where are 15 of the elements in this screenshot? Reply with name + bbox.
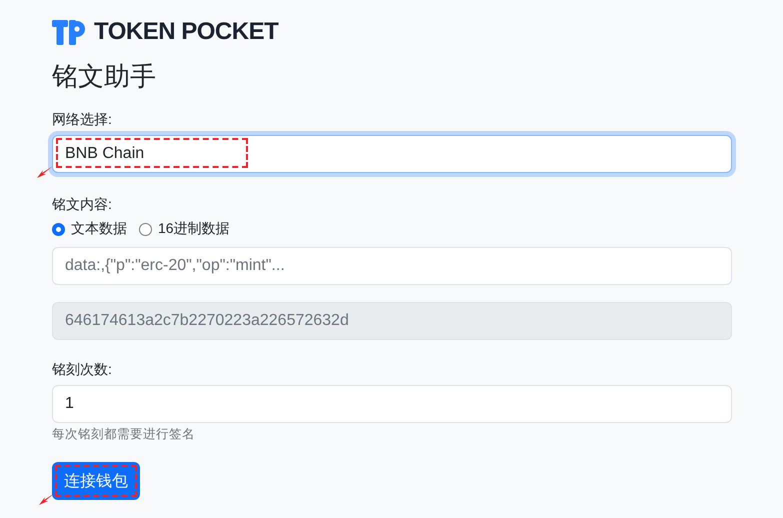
field-label: 铭刻次数: [52, 360, 113, 378]
radio-button[interactable] [52, 222, 65, 236]
count-input-field[interactable]: 1 [52, 385, 732, 423]
radio-option[interactable]: 文本数据 [52, 220, 127, 238]
brand-name: TOKEN POCKET [94, 18, 278, 46]
page-title: 铭文助手 [52, 60, 157, 92]
radio-option[interactable]: 16进制数据 [139, 220, 230, 238]
logo-icon [52, 20, 85, 44]
field-label: 网络选择: [52, 110, 113, 128]
radio-button[interactable] [139, 222, 152, 236]
network-select[interactable]: BNB Chain [52, 135, 732, 173]
help-text: 每次铭刻都需要进行签名 [52, 426, 196, 442]
connect-wallet-button[interactable]: 连接钱包 [52, 462, 140, 500]
field-label: 铭文内容: [52, 195, 113, 213]
text-input-field[interactable]: data:,{"p":"erc-20","op":"mint"... [52, 247, 732, 285]
